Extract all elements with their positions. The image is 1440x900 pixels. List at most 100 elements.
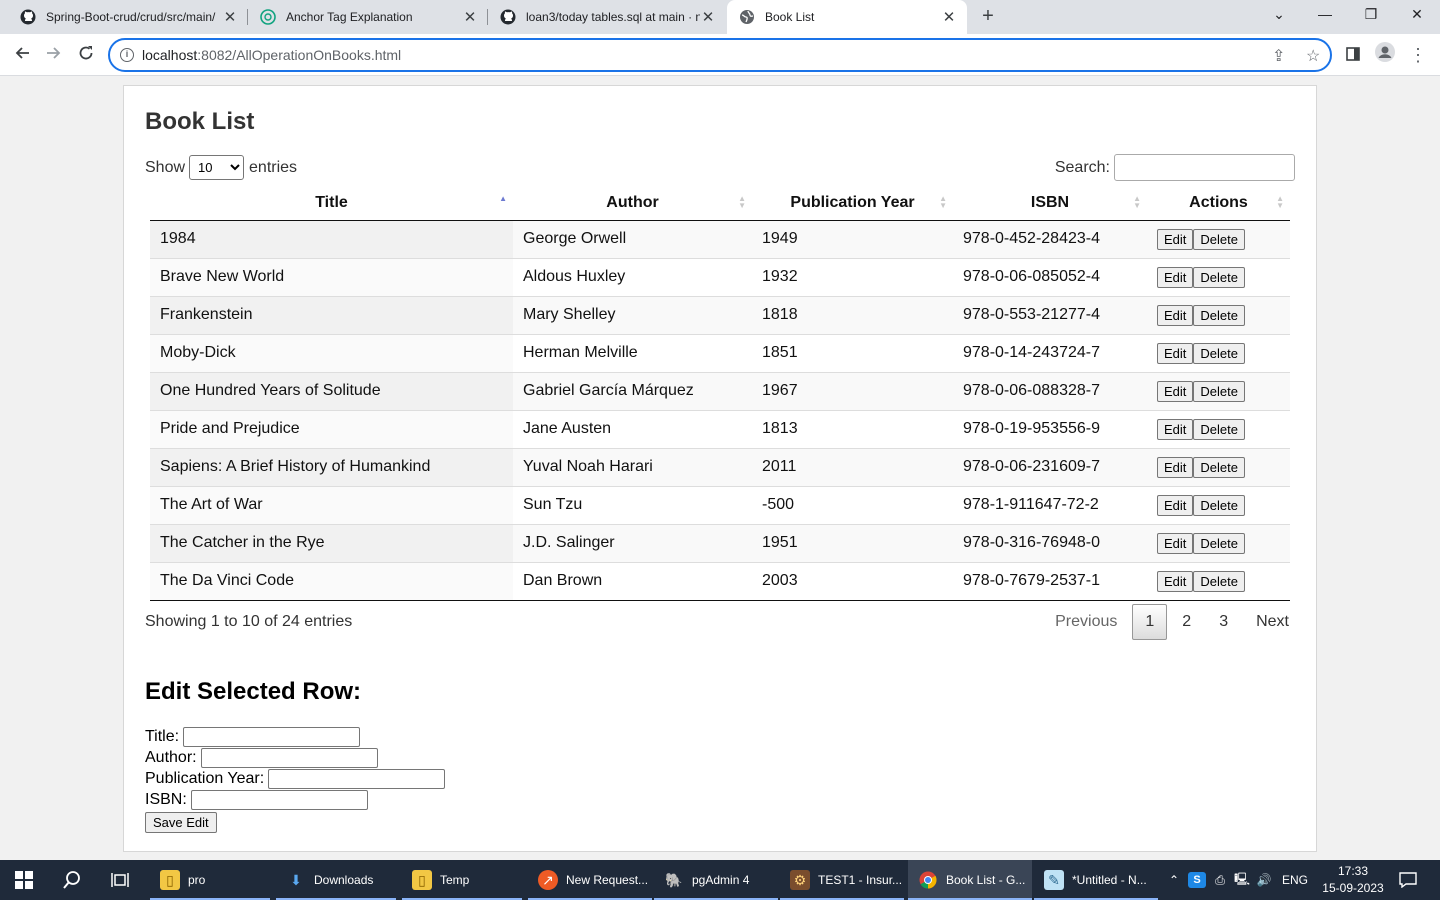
delete-button[interactable]: Delete [1193,532,1245,554]
table-info: Showing 1 to 10 of 24 entries [145,613,353,630]
delete-button[interactable]: Delete [1193,380,1245,402]
windows-start-icon[interactable] [0,860,48,900]
taskbar-item-temp[interactable]: ▯ Temp [402,860,522,900]
edit-button[interactable]: Edit [1157,380,1194,402]
cell-year: 1818 [752,295,953,334]
network-icon[interactable]: 🖳 [1232,870,1252,891]
column-header-actions[interactable]: Actions ▲ ▼ [1147,187,1290,221]
notifications-icon[interactable] [1388,860,1428,900]
table-row[interactable]: Moby-Dick Herman Melville 1851 978-0-14-… [150,333,1290,372]
next-page-button[interactable]: Next [1243,604,1302,640]
page-button-3[interactable]: 3 [1206,604,1241,640]
share-icon[interactable]: ⇪ [1272,46,1285,66]
column-header-isbn[interactable]: ISBN ▲ ▼ [953,187,1147,221]
edit-button[interactable]: Edit [1157,304,1194,326]
delete-button[interactable]: Delete [1193,266,1245,288]
page-button-2[interactable]: 2 [1169,604,1204,640]
cell-author: J.D. Salinger [513,523,752,562]
delete-button[interactable]: Delete [1193,418,1245,440]
menu-kebab-icon[interactable]: ⋮ [1405,42,1431,68]
delete-button[interactable]: Delete [1193,304,1245,326]
close-icon[interactable]: ✕ [462,8,478,26]
back-icon[interactable] [9,42,35,68]
address-bar[interactable]: i localhost:8082/AllOperationOnBooks.htm… [108,38,1332,72]
profile-avatar-icon[interactable] [1372,42,1398,68]
skype-tray-icon[interactable]: S [1188,872,1206,888]
column-header-title[interactable]: Title ▲ [150,187,513,221]
browser-tab[interactable]: loan3/today tables.sql at main · n ✕ [488,0,726,34]
search-input[interactable] [1114,154,1295,181]
taskbar-item-postman[interactable]: ↗ New Request... [528,860,652,900]
printer-icon[interactable]: ⎙ [1210,873,1230,888]
table-row[interactable]: Sapiens: A Brief History of Humankind Yu… [150,447,1290,486]
publication-year-field[interactable] [268,768,446,789]
delete-button[interactable]: Delete [1193,456,1245,478]
entries-select[interactable]: 10 [189,155,245,180]
author-field[interactable] [200,747,378,768]
edit-button[interactable]: Edit [1157,570,1194,592]
browser-tab[interactable]: Spring-Boot-crud/crud/src/main/ ✕ [8,0,248,34]
column-header-year[interactable]: Publication Year ▲ ▼ [752,187,953,221]
table-row[interactable]: Pride and Prejudice Jane Austen 1813 978… [150,409,1290,448]
taskbar-item-pro[interactable]: ▯ pro [150,860,270,900]
page-title: Book List [145,108,255,135]
cell-title: Sapiens: A Brief History of Humankind [150,447,513,486]
save-edit-button[interactable]: Save Edit [145,812,217,833]
edit-button[interactable]: Edit [1157,456,1194,478]
close-window-button[interactable]: ✕ [1394,0,1440,30]
task-view-icon[interactable] [96,860,144,900]
search-icon[interactable] [48,860,96,900]
column-header-author[interactable]: Author ▲ ▼ [513,187,752,221]
taskbar-item-downloads[interactable]: ⬇ Downloads [276,860,396,900]
reload-icon[interactable] [73,42,99,68]
isbn-label: ISBN: [145,790,187,808]
taskbar-item-test1[interactable]: ⚙ TEST1 - Insur... [780,860,904,900]
table-row[interactable]: The Catcher in the Rye J.D. Salinger 195… [150,523,1290,562]
minimize-button[interactable]: — [1302,0,1348,30]
table-header-row: Title ▲ Author ▲ ▼ Publication Year ▲ ▼ ISBN ▲… [150,187,1290,221]
table-row[interactable]: One Hundred Years of Solitude Gabriel Ga… [150,371,1290,410]
close-icon[interactable]: ✕ [700,8,716,26]
delete-button[interactable]: Delete [1193,228,1245,250]
close-icon[interactable]: ✕ [222,8,238,26]
cell-year: 1967 [752,371,953,410]
taskbar-item-chrome[interactable]: Book List - G... [908,860,1032,900]
volume-icon[interactable]: 🔊 [1254,873,1274,887]
edit-button[interactable]: Edit [1157,342,1194,364]
title-field[interactable] [183,726,361,747]
language-indicator[interactable]: ENG [1282,873,1308,887]
tab-search-icon[interactable]: ⌄ [1256,0,1302,30]
bookmark-star-icon[interactable]: ☆ [1306,46,1320,66]
edit-button[interactable]: Edit [1157,532,1194,554]
delete-button[interactable]: Delete [1193,494,1245,516]
delete-button[interactable]: Delete [1193,342,1245,364]
taskbar-item-pgadmin[interactable]: 🐘 pgAdmin 4 [654,860,778,900]
browser-tab[interactable]: Anchor Tag Explanation ✕ [248,0,488,34]
year-label: Publication Year: [145,769,265,787]
isbn-field[interactable] [190,789,368,810]
browser-tab-active[interactable]: Book List ✕ [727,0,967,34]
forward-icon[interactable] [41,42,67,68]
new-tab-button[interactable]: + [976,5,1000,29]
page-button-1[interactable]: 1 [1132,604,1168,640]
previous-page-button[interactable]: Previous [1042,604,1130,640]
table-row[interactable]: 1984 George Orwell 1949 978-0-452-28423-… [150,220,1290,258]
taskbar-item-notepad[interactable]: ✎ *Untitled - N... [1034,860,1158,900]
url-path: :8082/AllOperationOnBooks.html [197,47,402,63]
edit-button[interactable]: Edit [1157,494,1194,516]
system-clock[interactable]: 17:33 15-09-2023 [1316,863,1390,897]
restore-button[interactable]: ❐ [1348,0,1394,30]
edit-button[interactable]: Edit [1157,266,1194,288]
table-row[interactable]: Frankenstein Mary Shelley 1818 978-0-553… [150,295,1290,334]
edit-button[interactable]: Edit [1157,418,1194,440]
table-row[interactable]: The Da Vinci Code Dan Brown 2003 978-0-7… [150,561,1290,601]
site-info-icon[interactable]: i [120,48,134,62]
chevron-up-icon[interactable]: ⌃ [1166,873,1182,887]
cell-isbn: 978-0-14-243724-7 [953,333,1147,372]
delete-button[interactable]: Delete [1193,570,1245,592]
table-row[interactable]: The Art of War Sun Tzu -500 978-1-911647… [150,485,1290,524]
close-icon[interactable]: ✕ [941,8,957,26]
side-panel-icon[interactable] [1340,42,1366,68]
table-row[interactable]: Brave New World Aldous Huxley 1932 978-0… [150,257,1290,296]
edit-button[interactable]: Edit [1157,228,1194,250]
